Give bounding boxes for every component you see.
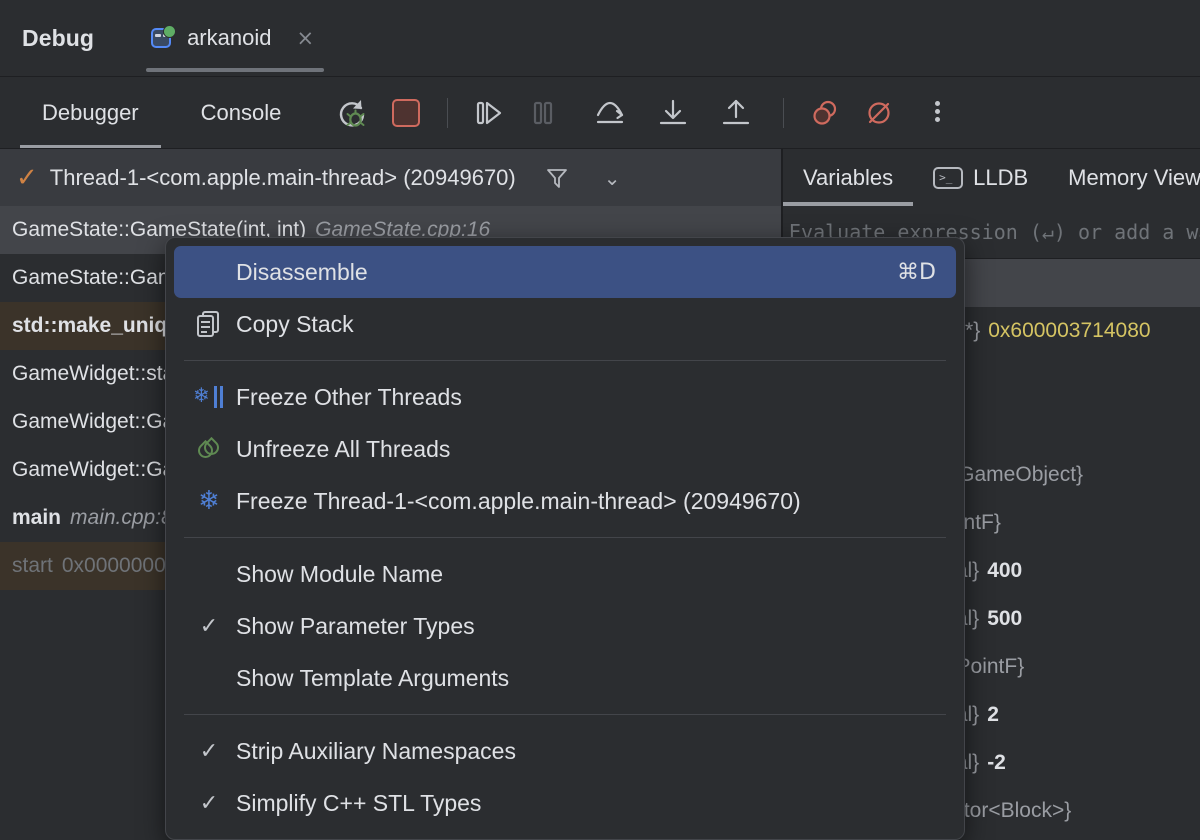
- rerun-with-bug-icon[interactable]: [334, 95, 370, 131]
- toolbar-divider: [447, 97, 449, 128]
- menu-item-freeze-thread[interactable]: ❄ Freeze Thread-1-<com.apple.main-thread…: [174, 475, 956, 527]
- terminal-icon: >_: [933, 166, 964, 189]
- menu-item-show-module-name[interactable]: Show Module Name: [174, 548, 956, 600]
- tab-debugger[interactable]: Debugger: [20, 77, 161, 148]
- variable-value: 0x600003714080: [988, 319, 1151, 342]
- resume-icon[interactable]: [471, 95, 507, 131]
- variable-value: 2: [987, 703, 999, 726]
- tab-underline: [146, 68, 325, 72]
- menu-item-label: Show Parameter Types: [236, 612, 475, 639]
- menu-item-show-template-arguments[interactable]: Show Template Arguments: [174, 652, 956, 704]
- check-icon: ✓: [199, 790, 219, 816]
- tab-console-label: Console: [200, 99, 282, 125]
- step-over-icon[interactable]: [592, 95, 628, 131]
- menu-separator: [184, 714, 946, 715]
- menu-item-disassemble[interactable]: Disassemble ⌘D: [174, 246, 956, 298]
- tab-variables-label: Variables: [803, 164, 894, 190]
- tab-memory-view[interactable]: Memory View: [1048, 149, 1200, 206]
- menu-item-unfreeze-all-threads[interactable]: Unfreeze All Threads: [174, 423, 956, 475]
- thread-selector-label: Thread-1-<com.apple.main-thread> (209496…: [49, 164, 516, 190]
- variable-value: -2: [987, 751, 1006, 774]
- breakpoints-muted-icon[interactable]: [861, 95, 897, 131]
- menu-item-label: Strip Auxiliary Namespaces: [236, 737, 516, 764]
- chevron-down-icon[interactable]: ⌄: [604, 166, 621, 190]
- toolbar-divider-2: [783, 97, 785, 128]
- step-out-icon[interactable]: [718, 95, 754, 131]
- menu-item-simplify-cpp-stl-types[interactable]: ✓ Simplify C++ STL Types: [174, 777, 956, 829]
- tab-console[interactable]: Console: [179, 77, 304, 148]
- check-icon: ✓: [199, 738, 219, 764]
- tab-variables[interactable]: Variables: [783, 149, 914, 206]
- thread-selector[interactable]: ✓ Thread-1-<com.apple.main-thread> (2094…: [0, 149, 781, 206]
- close-icon[interactable]: ×: [296, 27, 314, 49]
- menu-separator: [184, 360, 946, 361]
- menu-item-label: Show Template Arguments: [236, 664, 510, 691]
- variable-value: 400: [987, 559, 1023, 582]
- run-configuration-label: arkanoid: [187, 25, 272, 50]
- copy-icon: [190, 311, 228, 337]
- step-into-icon[interactable]: [655, 95, 691, 131]
- menu-item-label: Freeze Thread-1-<com.apple.main-thread> …: [236, 487, 801, 514]
- app-running-icon: [150, 25, 177, 51]
- run-configuration-tab[interactable]: arkanoid ×: [138, 0, 332, 76]
- tab-lldb-label: LLDB: [973, 164, 1029, 190]
- menu-item-shortcut: ⌘D: [897, 259, 936, 285]
- snowflake-icon: ❄: [198, 486, 220, 516]
- stack-context-menu[interactable]: Disassemble ⌘D Copy Stack ❄ Freeze Other…: [165, 237, 965, 840]
- menu-separator: [184, 537, 946, 538]
- variable-type: {GameObject}: [951, 463, 1084, 486]
- menu-item-label: Copy Stack: [236, 310, 354, 337]
- more-vertical-icon[interactable]: [922, 95, 958, 131]
- pause-icon[interactable]: [525, 95, 561, 131]
- page-title: Debug: [22, 24, 95, 51]
- menu-item-label: Unfreeze All Threads: [236, 435, 451, 462]
- menu-item-label: Simplify C++ STL Types: [236, 789, 482, 816]
- frame-function: main: [12, 506, 62, 529]
- menu-item-show-parameter-types[interactable]: ✓ Show Parameter Types: [174, 600, 956, 652]
- menu-item-label: Show Module Name: [236, 560, 444, 587]
- unfreeze-drop-icon: [190, 436, 228, 462]
- stop-square-icon[interactable]: [388, 95, 424, 131]
- tab-debugger-label: Debugger: [42, 99, 139, 125]
- check-icon: ✓: [199, 613, 219, 639]
- title-bar: Debug arkanoid ×: [0, 0, 1200, 77]
- menu-item-copy-stack[interactable]: Copy Stack: [174, 298, 956, 350]
- menu-item-label: Disassemble: [236, 258, 368, 285]
- menu-item-strip-auxiliary-namespaces[interactable]: ✓ Strip Auxiliary Namespaces: [174, 725, 956, 777]
- tab-lldb[interactable]: >_ LLDB: [913, 149, 1048, 206]
- breakpoints-icon[interactable]: [807, 95, 843, 131]
- debug-toolbar: Debugger Console: [0, 77, 1200, 149]
- right-panel-tabs: Variables >_ LLDB Memory View: [783, 149, 1200, 207]
- menu-item-label: Freeze Other Threads: [236, 383, 462, 410]
- frame-location: main.cpp:8: [70, 506, 173, 529]
- tab-memory-view-label: Memory View: [1068, 164, 1200, 190]
- freeze-other-icon: ❄: [190, 383, 228, 411]
- thread-check-icon: ✓: [16, 162, 38, 193]
- variable-value: 500: [987, 607, 1023, 630]
- frame-function: start: [12, 554, 53, 577]
- filter-icon[interactable]: [544, 165, 570, 191]
- menu-item-freeze-other-threads[interactable]: ❄ Freeze Other Threads: [174, 371, 956, 423]
